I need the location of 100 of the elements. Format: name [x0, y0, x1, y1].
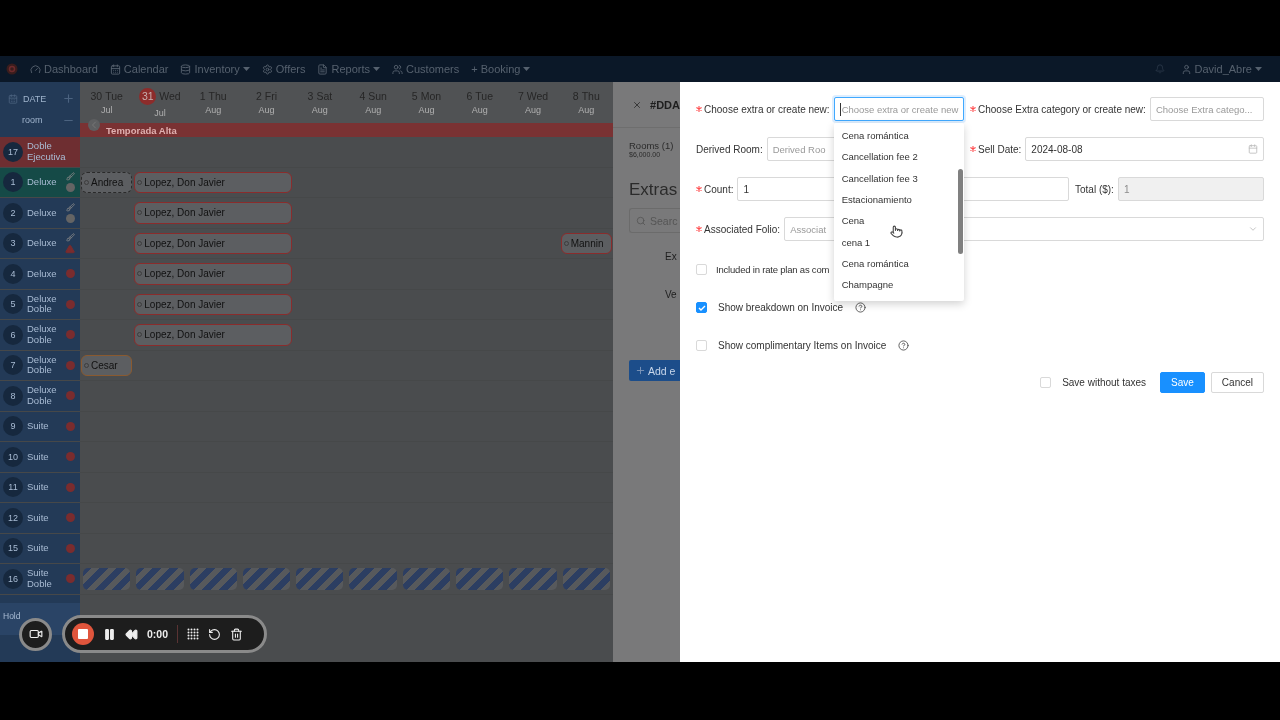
room-number: 12 — [3, 507, 23, 528]
rewind-icon[interactable] — [125, 627, 138, 641]
stop-button[interactable] — [72, 623, 94, 645]
field-label: Choose extra or create new: — [704, 103, 830, 115]
add-extra-button[interactable]: Add e — [629, 360, 680, 381]
room-number: 4 — [3, 263, 23, 284]
checkbox[interactable] — [696, 302, 707, 314]
field-label: Choose Extra category or create new: — [978, 103, 1146, 115]
room-label[interactable]: 9 Suite — [0, 411, 80, 441]
input-field[interactable]: 2024-08-08 — [1025, 137, 1264, 161]
room-name: Doble Ejecutiva — [27, 141, 66, 163]
room-number: 8 — [3, 385, 23, 406]
room-label[interactable]: 1 Deluxe — [0, 167, 80, 197]
trash-icon[interactable] — [230, 627, 243, 641]
room-number: 17 — [3, 141, 23, 162]
database-icon — [180, 63, 192, 75]
checkbox-label: Save without taxes — [1062, 377, 1147, 389]
room-number: 5 — [3, 294, 23, 315]
brush-icon — [65, 232, 75, 242]
reset-icon[interactable] — [208, 627, 221, 641]
video-camera-icon — [28, 627, 43, 641]
dropdown-option[interactable]: Estacionamiento — [833, 188, 964, 211]
gauge-icon — [30, 63, 41, 75]
striped-block — [242, 568, 291, 590]
caret-icon — [523, 67, 531, 71]
hand-pointer-icon — [889, 225, 903, 238]
room-number: 16 — [3, 568, 23, 589]
striped-block — [509, 568, 557, 590]
secondary-button[interactable]: Cancel — [1210, 372, 1264, 394]
dot-grid-icon[interactable] — [187, 628, 199, 640]
calendar-icon — [1248, 144, 1258, 154]
help-icon[interactable] — [855, 302, 867, 314]
room-label[interactable]: 15 Suite — [0, 533, 80, 563]
month-label: Aug — [258, 105, 275, 115]
room-label[interactable]: 3 Deluxe — [0, 228, 80, 258]
dropdown-option[interactable]: Cancellation fee 2 — [833, 146, 964, 168]
room-label[interactable]: 6 Deluxe Doble — [0, 320, 80, 350]
field-label: Count: — [704, 183, 734, 195]
users-icon — [392, 63, 403, 75]
calendar-icon — [109, 63, 121, 75]
room-label[interactable]: 10 Suite — [0, 442, 80, 472]
room-label[interactable]: 8 Deluxe Doble — [0, 381, 80, 411]
striped-block — [189, 568, 237, 590]
header-label: room — [21, 115, 44, 126]
room-number: 6 — [3, 324, 23, 345]
room-number: 7 — [3, 355, 23, 376]
room-name: Deluxe Doble — [27, 324, 58, 346]
field-label: Derived Room: — [696, 143, 763, 155]
room-label[interactable]: 5 Deluxe Doble — [0, 289, 80, 319]
month-label: Aug — [471, 105, 488, 115]
help-icon[interactable] — [898, 339, 910, 351]
guest-name: Lopez, Don Javier — [144, 268, 225, 280]
room-number: 2 — [3, 202, 23, 223]
pause-icon[interactable] — [103, 627, 116, 641]
room-name: Deluxe — [27, 207, 58, 218]
user-icon — [1180, 63, 1192, 75]
room-number: 1 — [3, 172, 23, 193]
header-label: DATE — [23, 93, 47, 104]
room-name: Deluxe — [27, 177, 58, 188]
room-name: Deluxe — [27, 268, 58, 279]
rooms-label: Rooms (1) — [629, 140, 675, 151]
extras-heading: Extras — [629, 180, 679, 200]
room-label[interactable]: 11 Suite — [0, 472, 80, 502]
day-number: 31 — [139, 87, 157, 105]
guest-name: Lopez, Don Javier — [144, 176, 225, 188]
guest-name: Lopez, Don Javier — [144, 237, 225, 249]
striped-block — [136, 568, 184, 590]
dropdown-option[interactable]: Cancellation fee 3 — [833, 167, 964, 189]
room-name: Deluxe Doble — [27, 293, 58, 315]
season-label: Temporada Alta — [106, 124, 177, 136]
caret-icon — [242, 67, 250, 71]
room-label[interactable]: 2 Deluxe — [0, 198, 80, 228]
brush-icon — [65, 202, 75, 212]
chevron-down-icon — [1248, 224, 1258, 234]
plus-icon[interactable] — [62, 92, 75, 106]
room-label[interactable]: 7 Deluxe Doble — [0, 350, 80, 380]
month-label: Aug — [311, 105, 328, 115]
guest-name: Andrea — [91, 176, 124, 188]
caret-icon — [373, 67, 380, 71]
month-label: Aug — [525, 105, 542, 115]
checkbox-label: Show breakdown on Invoice — [718, 302, 844, 314]
dropdown-option[interactable]: Champagne — [833, 274, 964, 296]
striped-block — [83, 568, 131, 590]
table-cell-text: Ex — [665, 251, 678, 262]
room-label[interactable]: 12 Suite — [0, 503, 80, 533]
room-name: Suite — [27, 451, 50, 462]
field-label: Sell Date: — [978, 143, 1022, 155]
room-label[interactable]: 4 Deluxe — [0, 259, 80, 289]
room-number: 3 — [3, 233, 23, 254]
room-name: Deluxe Doble — [27, 354, 58, 376]
dropdown-option[interactable]: Cena romántica — [833, 125, 964, 147]
striped-block — [349, 568, 397, 590]
room-name: Deluxe — [27, 238, 58, 249]
dropdown-option[interactable]: Cena romántica — [833, 252, 964, 275]
month-label: Aug — [365, 105, 382, 115]
scrollbar-thumb[interactable] — [958, 169, 963, 254]
guest-name: Lopez, Don Javier — [144, 298, 225, 310]
logo-icon — [6, 63, 18, 75]
back-icon[interactable] — [88, 119, 100, 131]
month-label: Aug — [205, 105, 222, 115]
